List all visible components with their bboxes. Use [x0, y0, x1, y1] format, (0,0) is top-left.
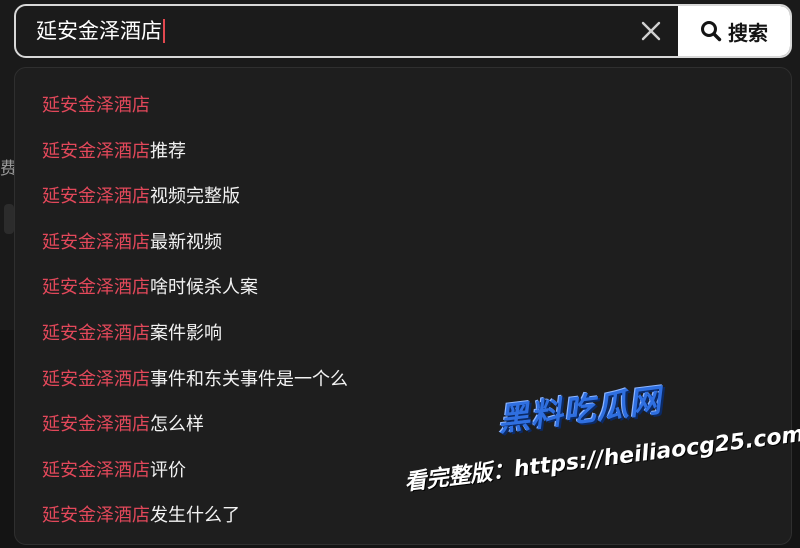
- suggestion-match: 延安金泽酒店: [42, 186, 150, 208]
- suggestion-item[interactable]: 延安金泽酒店: [15, 83, 791, 129]
- search-bar: 延安金泽酒店 搜索: [14, 4, 792, 58]
- suggestion-rest: 评价: [150, 459, 186, 481]
- suggestion-match: 延安金泽酒店: [42, 140, 150, 162]
- suggestion-match: 延安金泽酒店: [42, 368, 150, 390]
- suggestion-rest: 最新视频: [150, 231, 222, 253]
- search-button-label: 搜索: [728, 20, 768, 45]
- suggestion-rest: 啥时候杀人案: [150, 277, 258, 299]
- suggestion-rest: 推荐: [150, 140, 186, 162]
- suggestion-item[interactable]: 延安金泽酒店事件和东关事件是一个么: [15, 357, 791, 403]
- search-button[interactable]: 搜索: [678, 6, 790, 56]
- suggestion-item[interactable]: 延安金泽酒店发生什么了: [15, 493, 791, 539]
- text-caret: [163, 18, 165, 43]
- suggestion-item[interactable]: 延安金泽酒店案件影响: [15, 311, 791, 357]
- suggestion-match: 延安金泽酒店: [42, 277, 150, 299]
- suggestion-match: 延安金泽酒店: [42, 459, 150, 481]
- page: 费 延安金泽酒店 搜索 延安金泽酒店 延安金泽酒店推荐 延安金泽酒店视频完整版 …: [0, 0, 800, 548]
- suggestion-match: 延安金泽酒店: [42, 95, 150, 116]
- suggestion-item[interactable]: 延安金泽酒店视频完整版: [15, 174, 791, 220]
- suggestion-rest: 怎么样: [150, 414, 204, 436]
- suggestion-rest: 发生什么了: [150, 505, 240, 527]
- suggestion-list: 延安金泽酒店 延安金泽酒店推荐 延安金泽酒店视频完整版 延安金泽酒店最新视频 延…: [15, 68, 791, 539]
- suggestion-match: 延安金泽酒店: [42, 231, 150, 253]
- search-query-text: 延安金泽酒店: [36, 19, 162, 43]
- suggestion-rest: 事件和东关事件是一个么: [150, 368, 348, 390]
- background-text-fragment: 费: [0, 159, 17, 179]
- suggestion-item[interactable]: 延安金泽酒店评价: [15, 448, 791, 494]
- suggestion-rest: 视频完整版: [150, 186, 240, 208]
- suggestion-match: 延安金泽酒店: [42, 414, 150, 436]
- suggestion-item[interactable]: 延安金泽酒店怎么样: [15, 402, 791, 448]
- background-button-fragment: [4, 204, 14, 234]
- suggestion-item[interactable]: 延安金泽酒店最新视频: [15, 220, 791, 266]
- suggestion-item[interactable]: 延安金泽酒店啥时候杀人案: [15, 265, 791, 311]
- suggestion-dropdown: 延安金泽酒店 延安金泽酒店推荐 延安金泽酒店视频完整版 延安金泽酒店最新视频 延…: [14, 67, 792, 545]
- suggestion-rest: 案件影响: [150, 322, 222, 344]
- suggestion-match: 延安金泽酒店: [42, 322, 150, 344]
- suggestion-item[interactable]: 延安金泽酒店推荐: [15, 129, 791, 175]
- search-input[interactable]: 延安金泽酒店: [16, 6, 676, 56]
- close-icon[interactable]: [638, 18, 664, 44]
- suggestion-match: 延安金泽酒店: [42, 505, 150, 527]
- search-icon: [700, 20, 722, 42]
